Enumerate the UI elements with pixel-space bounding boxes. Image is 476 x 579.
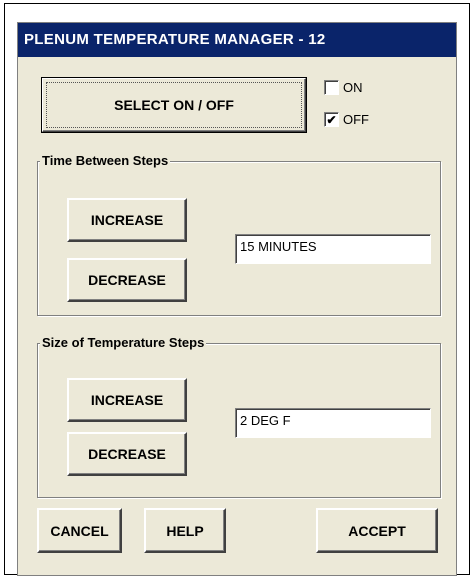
help-button[interactable]: HELP [144,508,226,553]
off-label: OFF [343,112,369,127]
accept-button[interactable]: ACCEPT [316,508,438,553]
size-increase-button[interactable]: INCREASE [67,378,187,422]
on-checkbox-row[interactable]: ON [324,80,363,95]
select-on-off-button[interactable]: SELECT ON / OFF [41,77,307,133]
plenum-dialog: PLENUM TEMPERATURE MANAGER - 12 SELECT O… [17,22,457,576]
size-value-field[interactable]: 2 DEG F [235,408,431,438]
time-between-steps-title: Time Between Steps [40,153,171,169]
focus-rectangle [46,82,302,128]
on-label: ON [343,80,363,95]
off-checkbox[interactable]: ✔ [324,112,339,127]
on-checkbox[interactable] [324,80,339,95]
size-decrease-button[interactable]: DECREASE [67,432,187,476]
time-increase-button[interactable]: INCREASE [67,198,187,242]
temperature-step-size-group: Size of Temperature Steps INCREASE DECRE… [37,335,441,498]
time-value-field[interactable]: 15 MINUTES [235,234,431,264]
title-bar: PLENUM TEMPERATURE MANAGER - 12 [18,23,456,57]
off-check-mark: ✔ [326,112,337,127]
cancel-button[interactable]: CANCEL [37,508,122,553]
off-checkbox-row[interactable]: ✔ OFF [324,112,369,127]
time-between-steps-group: Time Between Steps INCREASE DECREASE 15 … [37,153,441,316]
temperature-step-size-title: Size of Temperature Steps [40,335,207,351]
time-decrease-button[interactable]: DECREASE [67,258,187,302]
